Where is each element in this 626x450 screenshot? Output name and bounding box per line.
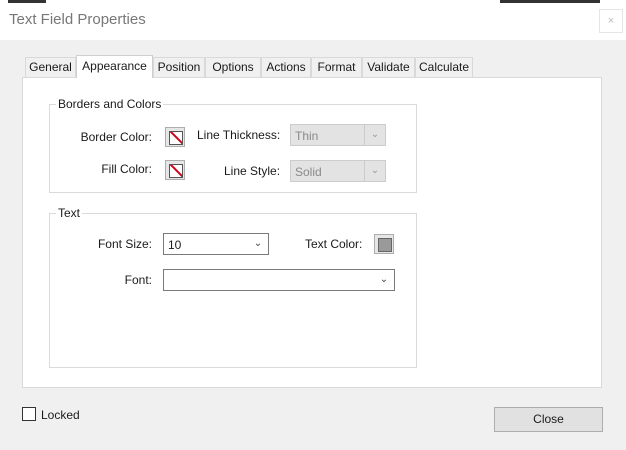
appearance-panel: Borders and Colors Border Color: Line Th…	[22, 77, 602, 388]
locked-label[interactable]: Locked	[41, 408, 80, 422]
tab-format[interactable]: Format	[311, 57, 362, 77]
tab-general[interactable]: General	[25, 57, 76, 77]
text-color-swatch[interactable]	[374, 234, 394, 254]
close-icon[interactable]: ×	[599, 9, 623, 33]
text-color-label: Text Color:	[305, 237, 363, 251]
window-title: Text Field Properties	[9, 11, 146, 28]
fill-color-swatch[interactable]	[165, 160, 185, 180]
chevron-down-icon: ⌄	[364, 161, 385, 181]
line-thickness-select[interactable]: Thin ⌄	[290, 124, 386, 146]
font-select[interactable]: ⌄	[163, 269, 395, 291]
title-bar: Text Field Properties ×	[0, 0, 626, 40]
font-size-value: 10	[168, 238, 182, 252]
font-size-select[interactable]: 10 ⌄	[163, 233, 269, 255]
background-strip	[8, 0, 46, 3]
chevron-down-icon: ⌄	[364, 125, 385, 145]
tab-position[interactable]: Position	[153, 57, 205, 77]
border-color-label: Border Color:	[80, 130, 152, 144]
line-style-select[interactable]: Solid ⌄	[290, 160, 386, 182]
chevron-down-icon: ⌄	[379, 274, 389, 285]
fill-color-label: Fill Color:	[101, 162, 152, 176]
tab-validate[interactable]: Validate	[362, 57, 415, 77]
line-thickness-value: Thin	[295, 129, 319, 143]
close-button[interactable]: Close	[494, 407, 603, 432]
font-label: Font:	[124, 273, 152, 287]
font-size-label: Font Size:	[97, 237, 152, 251]
border-color-swatch[interactable]	[165, 127, 185, 147]
line-thickness-label: Line Thickness:	[197, 128, 281, 142]
color-fill-icon	[378, 238, 392, 252]
no-color-icon	[169, 131, 183, 145]
tab-calculate[interactable]: Calculate	[415, 57, 473, 77]
borders-colors-group: Borders and Colors Border Color: Line Th…	[49, 97, 417, 193]
line-style-value: Solid	[295, 165, 322, 179]
line-style-label: Line Style:	[224, 164, 281, 178]
borders-colors-title: Borders and Colors	[56, 97, 164, 111]
text-group-title: Text	[56, 206, 83, 220]
no-color-icon	[169, 164, 183, 178]
chevron-down-icon: ⌄	[253, 238, 263, 249]
tab-appearance[interactable]: Appearance	[76, 55, 153, 78]
tab-actions[interactable]: Actions	[261, 57, 311, 77]
background-strip	[500, 0, 600, 3]
locked-checkbox[interactable]	[22, 407, 36, 421]
text-group: Text Font Size: 10 ⌄ Text Color: Font: ⌄	[49, 206, 417, 368]
tab-options[interactable]: Options	[205, 57, 261, 77]
